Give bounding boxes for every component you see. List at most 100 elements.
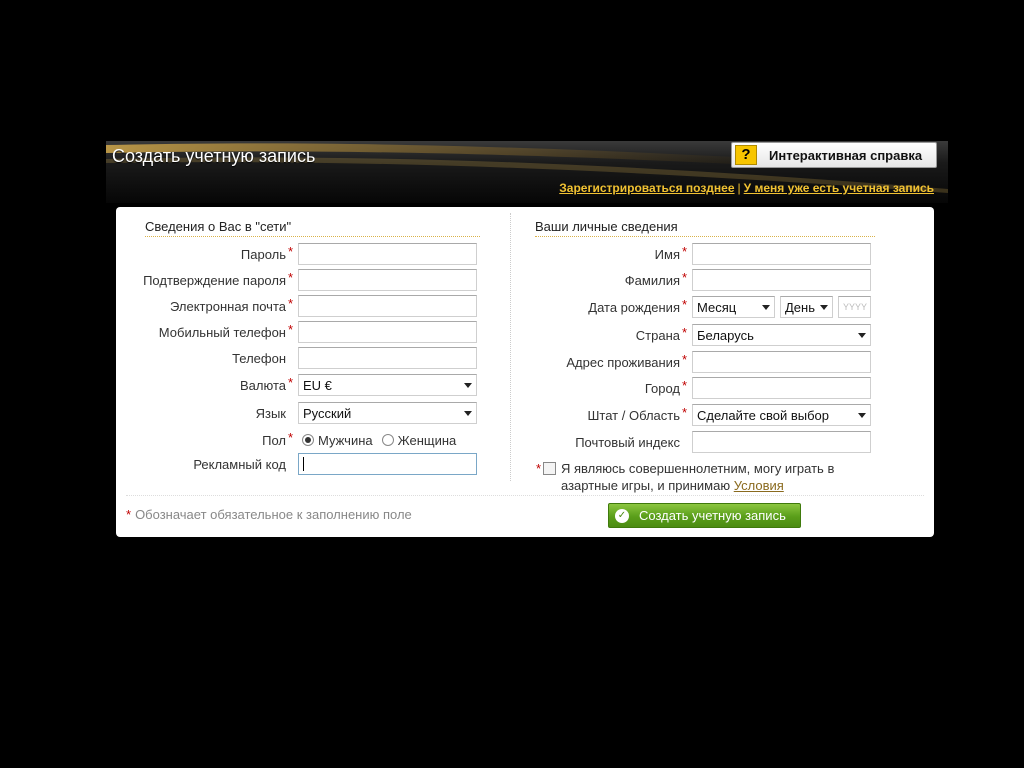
zip-row: Почтовый индекс <box>516 430 871 454</box>
dob-day-value: День <box>785 299 815 315</box>
gender-female-label: Женщина <box>397 432 457 448</box>
dob-day-select[interactable]: День <box>780 296 833 318</box>
have-account-link[interactable]: У меня уже есть учетная запись <box>744 181 934 195</box>
triangle-down-icon <box>858 412 866 418</box>
gender-female-option[interactable]: Женщина <box>381 432 457 448</box>
last-name-input[interactable] <box>692 269 871 291</box>
language-value: Русский <box>303 405 352 421</box>
question-mark-icon: ? <box>735 145 757 165</box>
promo-row: Рекламный код <box>126 452 477 476</box>
last-name-label: Фамилия <box>624 272 680 288</box>
interactive-help-button[interactable]: ? Интерактивная справка <box>731 142 937 168</box>
language-row: Язык Русский <box>126 401 477 425</box>
required-star: * <box>536 461 542 476</box>
mobile-input[interactable] <box>298 321 477 343</box>
promo-label: Рекламный код <box>193 456 286 472</box>
check-circle-icon: ✓ <box>615 508 629 523</box>
address-row: Адрес проживания * <box>516 350 871 374</box>
currency-select[interactable]: EU € <box>298 374 477 396</box>
terms-text: Я являюсь совершеннолетним, могу играть … <box>561 461 835 493</box>
triangle-down-icon <box>820 304 828 310</box>
required-star: * <box>288 296 294 311</box>
register-later-link[interactable]: Зарегистрироваться позднее <box>559 181 734 195</box>
dob-year-placeholder: YYYY <box>843 302 868 312</box>
first-name-input[interactable] <box>692 243 871 265</box>
header-bar: Создать учетную запись ? Интерактивная с… <box>106 141 948 203</box>
gender-label: Пол <box>262 432 286 448</box>
required-star: * <box>288 244 294 259</box>
address-input[interactable] <box>692 351 871 373</box>
gender-row: Пол * Мужчина Женщина <box>126 428 465 452</box>
terms-link[interactable]: Условия <box>734 478 784 493</box>
state-select[interactable]: Сделайте свой выбор <box>692 404 871 426</box>
city-label: Город <box>644 380 680 396</box>
promo-input[interactable] <box>298 453 477 475</box>
state-label: Штат / Область <box>587 407 680 423</box>
mobile-row: Мобильный телефон * <box>126 320 477 344</box>
state-value: Сделайте свой выбор <box>697 407 830 423</box>
dob-month-select[interactable]: Месяц <box>692 296 775 318</box>
online-section-title: Сведения о Вас в "сети" <box>145 219 480 237</box>
password-input[interactable] <box>298 243 477 265</box>
top-links: Зарегистрироваться позднее | У меня уже ес… <box>559 181 934 195</box>
city-row: Город * <box>516 376 871 400</box>
registration-form-panel: Сведения о Вас в "сети" Пароль * Подтвер… <box>116 207 934 537</box>
phone-input[interactable] <box>298 347 477 369</box>
currency-row: Валюта * EU € <box>126 373 477 397</box>
personal-section-title: Ваши личные сведения <box>535 219 875 237</box>
create-account-label: Создать учетную запись <box>639 508 786 523</box>
password-confirm-row: Подтверждение пароля * <box>126 268 477 292</box>
country-value: Беларусь <box>697 327 754 343</box>
footer-divider <box>126 495 924 496</box>
triangle-down-icon <box>464 382 472 388</box>
column-divider <box>510 213 511 481</box>
last-name-row: Фамилия * <box>516 268 871 292</box>
zip-input[interactable] <box>692 431 871 453</box>
dob-month-value: Месяц <box>697 299 737 315</box>
required-star: * <box>682 352 688 367</box>
email-row: Электронная почта * <box>126 294 477 318</box>
terms-block: * Я являюсь совершеннолетним, могу играт… <box>536 460 856 494</box>
terms-checkbox[interactable] <box>543 462 556 475</box>
password-confirm-input[interactable] <box>298 269 477 291</box>
create-account-button[interactable]: ✓ Создать учетную запись <box>608 503 801 528</box>
country-row: Страна * Беларусь <box>516 323 871 347</box>
help-label: Интерактивная справка <box>769 147 923 163</box>
triangle-down-icon <box>762 304 770 310</box>
phone-row: Телефон <box>126 346 477 370</box>
language-label: Язык <box>255 405 286 421</box>
triangle-down-icon <box>858 332 866 338</box>
required-star: * <box>126 507 132 522</box>
gender-male-option[interactable]: Мужчина <box>302 433 373 448</box>
gender-male-label: Мужчина <box>318 432 373 448</box>
email-input[interactable] <box>298 295 477 317</box>
country-select[interactable]: Беларусь <box>692 324 871 346</box>
password-label: Пароль <box>240 246 286 262</box>
required-star: * <box>288 270 294 285</box>
email-label: Электронная почта <box>169 298 286 314</box>
city-input[interactable] <box>692 377 871 399</box>
language-select[interactable]: Русский <box>298 402 477 424</box>
gender-male-radio[interactable] <box>302 434 314 446</box>
dob-year-input[interactable]: YYYY <box>838 296 871 318</box>
country-label: Страна <box>635 327 680 343</box>
currency-label: Валюта <box>240 377 286 393</box>
required-star: * <box>288 430 294 445</box>
required-star: * <box>682 297 688 312</box>
required-star: * <box>682 270 688 285</box>
dob-row: Дата рождения * Месяц День YYYY <box>516 295 871 319</box>
first-name-label: Имя <box>654 246 680 262</box>
required-note: * Обозначает обязательное к заполнению по… <box>126 507 412 522</box>
triangle-down-icon <box>464 410 472 416</box>
required-star: * <box>682 378 688 393</box>
mobile-label: Мобильный телефон <box>158 324 286 340</box>
dob-label: Дата рождения <box>588 299 680 315</box>
text-caret <box>303 457 304 471</box>
password-row: Пароль * <box>126 242 477 266</box>
required-star: * <box>682 244 688 259</box>
required-note-text: Обозначает обязательное к заполнению пол… <box>135 507 412 522</box>
link-separator: | <box>737 181 741 195</box>
required-star: * <box>682 405 688 420</box>
state-row: Штат / Область * Сделайте свой выбор <box>516 403 871 427</box>
gender-female-radio[interactable] <box>381 434 394 446</box>
